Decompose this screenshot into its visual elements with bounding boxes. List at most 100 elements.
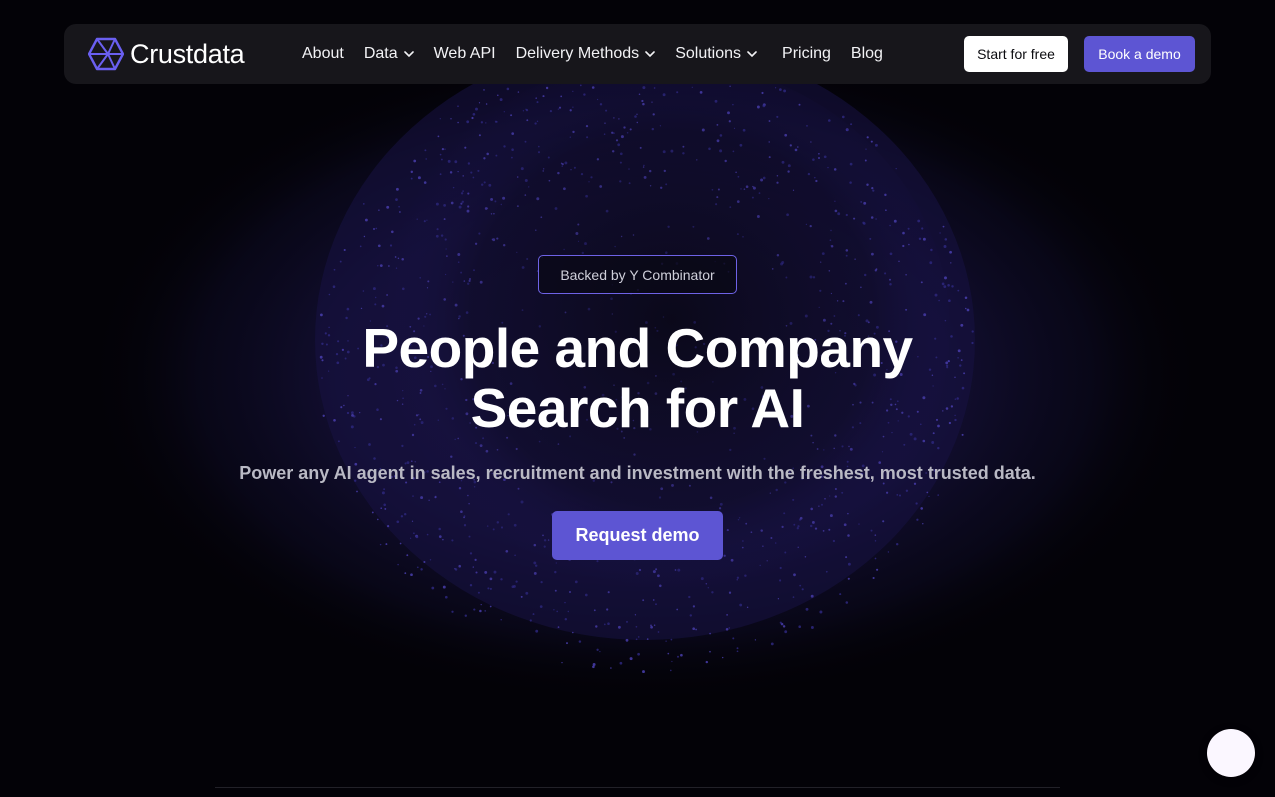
nav-item-about[interactable]: About	[302, 45, 344, 63]
particle-dot	[537, 151, 541, 154]
particle-dot	[884, 193, 887, 197]
particle-dot	[579, 84, 582, 87]
particle-dot	[830, 292, 833, 295]
particle-dot	[947, 284, 950, 287]
particle-dot	[709, 650, 711, 653]
particle-dot	[736, 200, 740, 203]
particle-dot	[496, 521, 500, 524]
particle-dot	[728, 120, 731, 123]
particle-dot	[610, 667, 612, 669]
start-for-free-button[interactable]: Start for free	[964, 36, 1068, 72]
particle-dot	[426, 219, 428, 221]
particle-dot	[403, 512, 407, 516]
particle-dot	[417, 176, 421, 180]
particle-dot	[779, 566, 782, 570]
particle-dot	[812, 276, 816, 279]
nav-item-data[interactable]: Data	[364, 45, 414, 63]
particle-dot	[507, 513, 510, 516]
particle-dot	[470, 171, 473, 174]
particle-dot	[564, 617, 568, 621]
particle-dot	[950, 262, 952, 264]
particle-dot	[613, 117, 615, 119]
particle-dot	[736, 579, 738, 581]
particle-dot	[740, 188, 742, 190]
particle-dot	[619, 152, 623, 156]
particle-dot	[632, 234, 635, 236]
particle-dot	[395, 187, 399, 191]
particle-dot	[438, 527, 441, 531]
particle-dot	[677, 568, 681, 572]
nav-item-pricing[interactable]: Pricing	[782, 45, 831, 63]
particle-dot	[847, 562, 851, 566]
particle-dot	[628, 182, 631, 185]
chat-bubble-icon[interactable]	[1207, 729, 1255, 777]
brand-logo[interactable]: Crustdata	[88, 37, 245, 71]
particle-dot	[889, 252, 893, 256]
particle-dot	[719, 502, 723, 506]
particle-dot	[760, 178, 764, 182]
particle-dot	[435, 234, 439, 238]
particle-dot	[736, 233, 739, 236]
particle-dot	[820, 261, 822, 263]
particle-dot	[658, 496, 662, 499]
particle-dot	[742, 236, 744, 238]
chevron-down-icon	[747, 50, 757, 57]
particle-dot	[487, 587, 490, 590]
particle-dot	[770, 642, 774, 646]
particle-dot	[799, 516, 803, 520]
particle-dot	[522, 110, 525, 112]
particle-dot	[807, 172, 811, 176]
nav-item-delivery-methods[interactable]: Delivery Methods	[516, 45, 656, 63]
particle-dot	[500, 578, 503, 581]
particle-dot	[821, 252, 825, 255]
particle-dot	[929, 261, 933, 265]
particle-dot	[572, 130, 575, 134]
particle-dot	[573, 166, 576, 169]
particle-dot	[593, 609, 596, 612]
particle-dot	[638, 93, 641, 96]
particle-dot	[493, 212, 495, 215]
particle-dot	[411, 520, 414, 522]
particle-dot	[554, 589, 557, 592]
particle-dot	[727, 111, 730, 115]
particle-dot	[881, 451, 884, 453]
particle-dot	[634, 614, 637, 616]
particle-dot	[483, 89, 485, 91]
particle-dot	[760, 529, 763, 532]
particle-dot	[558, 106, 562, 109]
request-demo-button[interactable]: Request demo	[552, 511, 723, 560]
nav-item-web-api[interactable]: Web API	[434, 45, 496, 63]
particle-dot	[457, 121, 459, 124]
particle-dot	[839, 593, 842, 596]
particle-dot	[708, 147, 711, 151]
particle-dot	[696, 159, 698, 161]
book-demo-button[interactable]: Book a demo	[1084, 36, 1195, 72]
particle-dot	[789, 144, 792, 147]
particle-dot	[520, 595, 523, 598]
particle-dot	[561, 165, 563, 168]
particle-dot	[847, 577, 850, 580]
particle-dot	[957, 289, 960, 292]
nav-item-blog[interactable]: Blog	[851, 45, 883, 63]
particle-dot	[779, 579, 782, 582]
particle-dot	[540, 580, 543, 584]
particle-dot	[485, 122, 487, 124]
particle-dot	[390, 230, 394, 234]
particle-dot	[557, 108, 560, 110]
particle-dot	[921, 227, 924, 230]
particle-dot	[758, 192, 761, 194]
particle-dot	[534, 564, 538, 567]
particle-dot	[642, 102, 645, 106]
particle-dot	[437, 135, 440, 138]
nav-item-solutions[interactable]: Solutions	[675, 45, 757, 63]
particle-dot	[479, 280, 483, 284]
particle-dot	[377, 265, 379, 267]
particle-dot	[763, 457, 766, 460]
particle-dot	[821, 503, 823, 506]
particle-dot	[563, 187, 566, 191]
particle-dot	[872, 189, 875, 192]
particle-dot	[503, 111, 505, 113]
particle-dot	[761, 91, 764, 95]
particle-dot	[524, 179, 528, 182]
particle-dot	[584, 242, 587, 246]
